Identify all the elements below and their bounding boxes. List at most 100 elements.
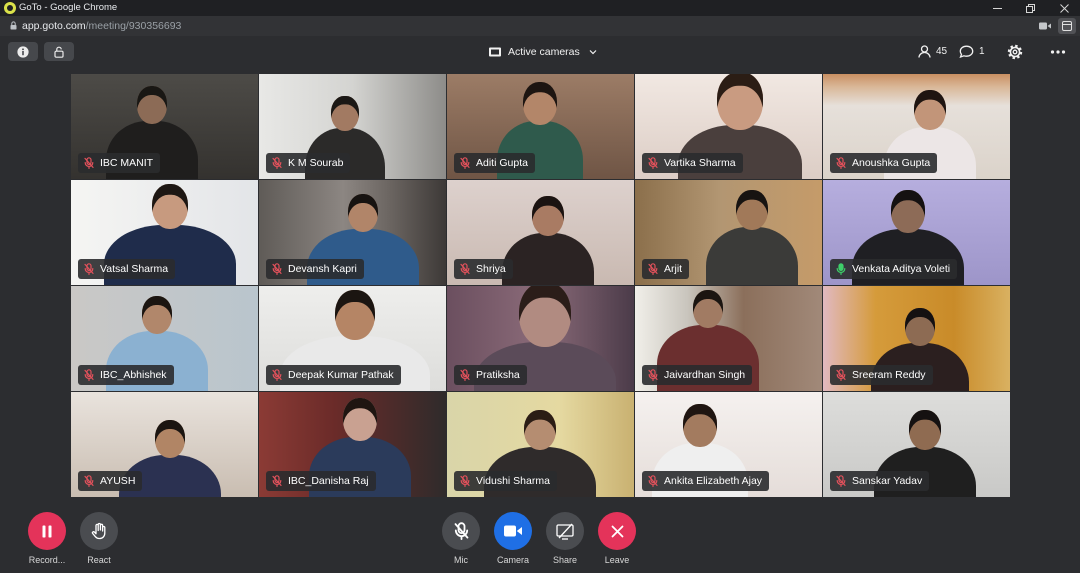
participant-tile[interactable]: Aditi Gupta <box>447 74 634 179</box>
participant-nametag: K M Sourab <box>266 153 351 173</box>
meeting-lock-button[interactable] <box>44 42 74 61</box>
participant-name: AYUSH <box>100 475 136 487</box>
close-icon <box>1059 3 1069 13</box>
close-window-button[interactable] <box>1048 0 1080 16</box>
participant-tile[interactable]: Shriya <box>447 180 634 285</box>
participant-tile[interactable]: IBC_Danisha Raj <box>259 392 446 497</box>
share-button[interactable] <box>546 512 584 550</box>
participant-tile[interactable]: Sanskar Yadav <box>823 392 1010 497</box>
participant-name: Anoushka Gupta <box>852 157 931 169</box>
react-label: React <box>87 555 111 565</box>
react-control: React <box>80 512 118 566</box>
participant-name: Sanskar Yadav <box>852 475 923 487</box>
more-options-button[interactable] <box>1050 44 1066 60</box>
restore-icon <box>1025 3 1035 13</box>
participant-count: 45 <box>936 46 948 57</box>
app-menu-button[interactable] <box>1058 18 1076 34</box>
participant-nametag: Vartika Sharma <box>642 153 743 173</box>
participant-name: K M Sourab <box>288 157 344 169</box>
leave-label: Leave <box>604 555 630 565</box>
participant-tile[interactable]: Deepak Kumar Pathak <box>259 286 446 391</box>
participant-tile[interactable]: Devansh Kapri <box>259 180 446 285</box>
participant-nametag: Sreeram Reddy <box>830 365 933 385</box>
participant-name: Aditi Gupta <box>476 157 528 169</box>
mic-off-icon <box>272 263 282 275</box>
minimize-button[interactable] <box>981 0 1013 16</box>
leave-control: Leave <box>598 512 636 566</box>
lock-icon <box>54 46 64 58</box>
participant-name: IBC_Abhishek <box>100 369 167 381</box>
hand-icon <box>91 522 106 540</box>
participant-nametag: Pratiksha <box>454 365 527 385</box>
participant-tile[interactable]: Sreeram Reddy <box>823 286 1010 391</box>
goto-logo-icon <box>4 2 16 14</box>
mic-off-icon <box>460 157 470 169</box>
participant-name: IBC_Danisha Raj <box>288 475 369 487</box>
mic-off-icon <box>272 157 282 169</box>
mic-off-icon <box>454 522 469 540</box>
participant-nametag: Aditi Gupta <box>454 153 535 173</box>
participant-tile[interactable]: Venkata Aditya Voleti <box>823 180 1010 285</box>
mic-off-icon <box>84 475 94 487</box>
participant-tile[interactable]: Arjit <box>635 180 822 285</box>
participant-tile[interactable]: Pratiksha <box>447 286 634 391</box>
participant-nametag: IBC_Abhishek <box>78 365 174 385</box>
participant-name: Ankita Elizabeth Ajay <box>664 475 763 487</box>
participant-nametag: Devansh Kapri <box>266 259 364 279</box>
video-grid: IBC MANIT K M Sourab Aditi Gupta Vartika… <box>71 74 1010 497</box>
participant-nametag: Shriya <box>454 259 513 279</box>
participant-nametag: IBC_Danisha Raj <box>266 471 376 491</box>
participant-tile[interactable]: AYUSH <box>71 392 258 497</box>
url-text[interactable]: app.goto.com/meeting/930356693 <box>22 16 181 36</box>
mic-off-icon <box>272 369 282 381</box>
share-label: Share <box>552 555 578 565</box>
restore-button[interactable] <box>1014 0 1046 16</box>
participant-name: Deepak Kumar Pathak <box>288 369 394 381</box>
mic-off-icon <box>272 475 282 487</box>
mic-off-icon <box>836 475 846 487</box>
mic-off-icon <box>460 475 470 487</box>
participant-name: Arjit <box>664 263 683 275</box>
chat-button[interactable]: 1 <box>959 43 985 60</box>
meeting-info-button[interactable] <box>8 42 38 61</box>
address-bar: app.goto.com/meeting/930356693 <box>0 16 1080 36</box>
browser-title-bar: GoTo - Google Chrome <box>0 0 1080 16</box>
participant-tile[interactable]: Ankita Elizabeth Ajay <box>635 392 822 497</box>
camera-permission-icon[interactable] <box>1039 22 1051 30</box>
participant-tile[interactable]: IBC_Abhishek <box>71 286 258 391</box>
participant-nametag: Vatsal Sharma <box>78 259 176 279</box>
view-mode-selector[interactable]: Active cameras <box>489 43 597 60</box>
mic-off-icon <box>84 369 94 381</box>
participant-tile[interactable]: K M Sourab <box>259 74 446 179</box>
camera-label: Camera <box>496 555 529 565</box>
participant-nametag: IBC MANIT <box>78 153 161 173</box>
settings-button[interactable] <box>1007 44 1023 60</box>
chat-unread-count: 1 <box>979 46 985 57</box>
record-control: Record... <box>28 512 66 566</box>
participant-tile[interactable]: IBC MANIT <box>71 74 258 179</box>
record-button[interactable] <box>28 512 66 550</box>
mic-off-icon <box>648 369 658 381</box>
gear-icon <box>1007 44 1023 60</box>
participants-button[interactable]: 45 <box>918 43 947 60</box>
mic-off-icon <box>836 369 846 381</box>
participant-tile[interactable]: Anoushka Gupta <box>823 74 1010 179</box>
participant-name: Jaivardhan Singh <box>664 369 746 381</box>
mic-off-icon <box>84 263 94 275</box>
video-camera-icon <box>504 525 522 537</box>
mic-button[interactable] <box>442 512 480 550</box>
leave-button[interactable] <box>598 512 636 550</box>
participant-name: Pratiksha <box>476 369 520 381</box>
participant-tile[interactable]: Jaivardhan Singh <box>635 286 822 391</box>
participant-nametag: Arjit <box>642 259 690 279</box>
share-control: Share <box>546 512 584 566</box>
participant-name: Vidushi Sharma <box>476 475 550 487</box>
participant-tile[interactable]: Vartika Sharma <box>635 74 822 179</box>
more-dots-icon <box>1050 50 1066 54</box>
react-button[interactable] <box>80 512 118 550</box>
participant-tile[interactable]: Vidushi Sharma <box>447 392 634 497</box>
screen-share-off-icon <box>556 523 574 540</box>
camera-button[interactable] <box>494 512 532 550</box>
gallery-view-icon <box>489 47 501 56</box>
participant-tile[interactable]: Vatsal Sharma <box>71 180 258 285</box>
